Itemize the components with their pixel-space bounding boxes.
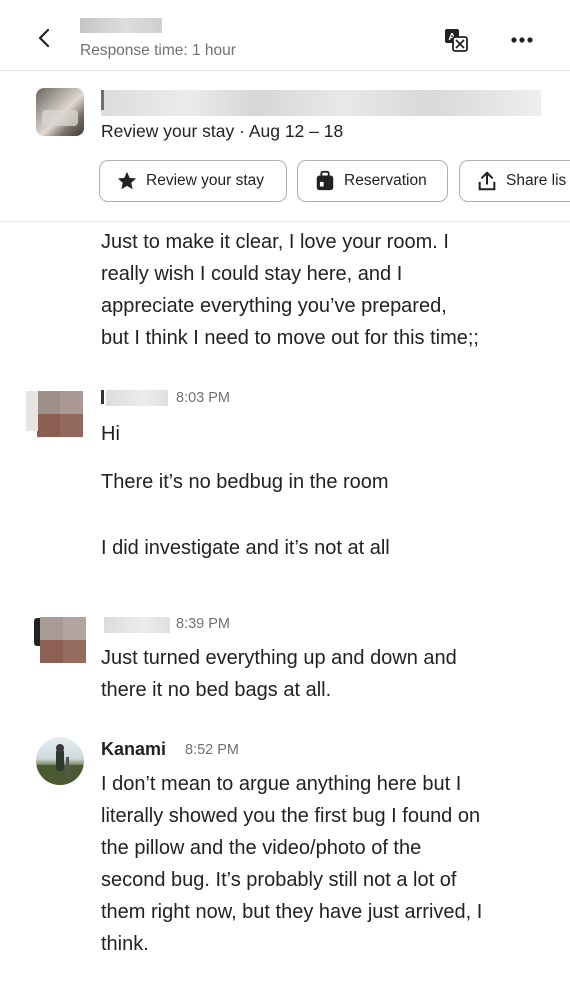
- sender-name-redacted: [104, 617, 170, 633]
- sender-name: Kanami: [101, 739, 167, 759]
- reservation-label: Reservation: [344, 172, 427, 189]
- message-line: appreciate everything you’ve prepared,: [101, 295, 447, 317]
- message-line: really wish I could stay here, and I: [101, 263, 403, 285]
- back-button[interactable]: [30, 20, 58, 56]
- listing-thumbnail[interactable]: [36, 88, 84, 136]
- message-line: literally showed you the first bug I fou…: [101, 805, 481, 827]
- reservation-banner: Review your stay · Aug 12 – 18 Review yo…: [0, 71, 570, 222]
- message-line: there it no bed bags at all.: [101, 679, 332, 701]
- review-stay-button[interactable]: Review your stay: [99, 160, 287, 202]
- reservation-button[interactable]: Reservation: [297, 160, 448, 202]
- avatar-blur-edge: [26, 391, 38, 431]
- message-line: I don’t mean to argue anything here but …: [101, 773, 462, 795]
- listing-name-redacted: [101, 90, 541, 116]
- message-time: 8:39 PM: [176, 616, 230, 632]
- message-line: but I think I need to move out for this …: [101, 327, 479, 349]
- more-horizontal-icon: [511, 37, 533, 43]
- sender-name-redacted: [106, 390, 168, 406]
- action-chips: Review your stay Reservation Share lis: [99, 160, 570, 204]
- star-icon: [116, 170, 138, 192]
- response-time: Response time: 1 hour: [80, 42, 236, 59]
- translate-icon: A: [445, 29, 468, 52]
- message-time: 8:52 PM: [185, 742, 239, 758]
- chevron-left-icon: [38, 28, 50, 48]
- message-body: Hi There it’s no bedbug in the room I di…: [101, 418, 541, 564]
- share-icon: [476, 170, 498, 192]
- avatar[interactable]: [37, 391, 83, 437]
- message-line: Just turned everything up and down and: [101, 647, 457, 669]
- message-line: the pillow and the video/photo of the: [101, 837, 422, 859]
- message-paragraph: Hi: [101, 423, 120, 445]
- luggage-icon: [314, 170, 336, 192]
- message-body: I don’t mean to argue anything here but …: [101, 768, 541, 960]
- message-body: Just turned everything up and down and t…: [101, 642, 541, 706]
- message-line: them right now, but they have just arriv…: [101, 901, 483, 923]
- share-listing-label: Share lis: [506, 172, 567, 189]
- review-stay-label: Review your stay: [146, 172, 265, 189]
- message-paragraph: I did investigate and it’s not at all: [101, 537, 390, 559]
- review-stay-dates: Review your stay · Aug 12 – 18: [101, 121, 344, 141]
- message-time: 8:03 PM: [176, 390, 230, 406]
- message-paragraph: There it’s no bedbug in the room: [101, 471, 389, 493]
- avatar[interactable]: [36, 737, 84, 785]
- sender-initial-redacted: [101, 390, 104, 404]
- conversation-header: Response time: 1 hour A: [0, 0, 570, 71]
- message-line: Just to make it clear, I love your room.…: [101, 231, 449, 253]
- message-line: think.: [101, 933, 149, 955]
- translate-button[interactable]: A: [440, 24, 472, 56]
- person-photo: [36, 744, 84, 785]
- avatar[interactable]: [40, 617, 86, 663]
- message-body: Just to make it clear, I love your room.…: [101, 226, 541, 354]
- host-name-redacted: [80, 18, 162, 33]
- more-options-button[interactable]: [506, 24, 538, 56]
- share-listing-button[interactable]: Share lis: [459, 160, 570, 202]
- message-line: second bug. It’s probably still not a lo…: [101, 869, 457, 891]
